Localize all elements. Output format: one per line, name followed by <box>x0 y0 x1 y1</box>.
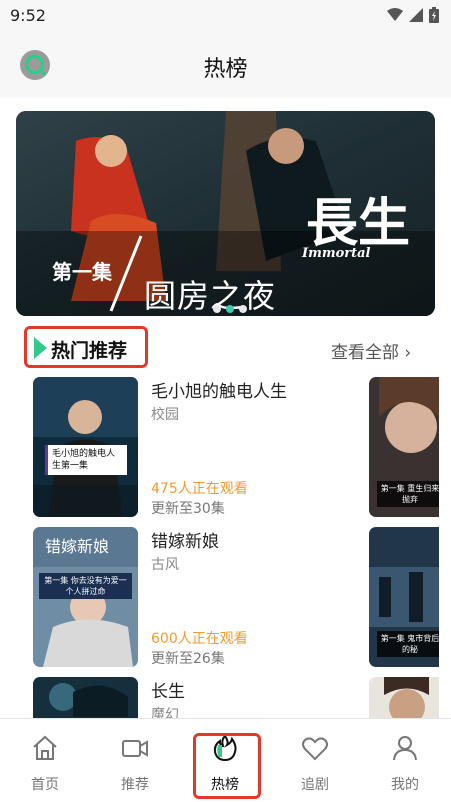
drama-poster[interactable]: 毛小旭的触电人生第一集 <box>33 377 138 517</box>
banner-episode-label: 第一集 <box>52 260 112 284</box>
heart-icon <box>302 737 328 761</box>
drama-genre: 魔幻 <box>151 707 179 718</box>
side-card-caption: 第一集 重生归来 抛弃 <box>377 481 439 507</box>
side-drama-card[interactable]: 第一集 重生归来 抛弃 <box>369 377 439 517</box>
video-icon <box>122 740 148 757</box>
status-time: 9:52 <box>10 6 46 25</box>
content-area: 第一集 圆房之夜 長生 Immortal 热门推荐 查看全部 › 毛小旭的触电人… <box>0 98 451 718</box>
tab-follow[interactable]: 追剧 <box>270 719 360 802</box>
home-icon <box>33 735 57 760</box>
tab-label: 我的 <box>391 777 419 793</box>
status-bar: 9:52 <box>0 0 451 32</box>
section-title: 热门推荐 <box>51 340 128 362</box>
side-drama-card[interactable] <box>369 677 439 718</box>
poster-image <box>33 677 138 718</box>
drama-item[interactable]: 长生 魔幻 <box>0 677 451 718</box>
active-tab-highlight <box>193 733 261 799</box>
signal-icon <box>409 8 423 22</box>
banner-brand-title: 長生 <box>306 193 411 254</box>
drama-watching-count: 475人正在观看 <box>151 481 248 497</box>
drama-title[interactable]: 错嫁新娘 <box>151 527 219 552</box>
person-icon <box>393 736 417 761</box>
bottom-tab-bar: 首页 推荐 热榜 追剧 我的 <box>0 718 451 802</box>
status-icons <box>387 7 439 23</box>
section-header-hot: 热门推荐 <box>24 326 148 368</box>
banner-carousel[interactable]: 第一集 圆房之夜 長生 Immortal <box>16 111 435 316</box>
drama-poster[interactable]: 错嫁新娘 第一集 你去没有为爱一个人拼过命 <box>33 527 138 667</box>
banner-pager <box>213 305 247 313</box>
tab-label: 追剧 <box>301 777 329 793</box>
poster-caption: 毛小旭的触电人生第一集 <box>45 445 127 475</box>
poster-title: 错嫁新娘 <box>45 537 110 556</box>
drama-update-status: 更新至26集 <box>151 651 225 667</box>
tab-recommend[interactable]: 推荐 <box>90 719 180 802</box>
banner-caption: 圆房之夜 <box>144 277 277 315</box>
drama-genre: 校园 <box>151 407 179 423</box>
battery-icon <box>429 7 439 23</box>
page-title: 热榜 <box>203 57 248 82</box>
tab-mine[interactable]: 我的 <box>360 719 450 802</box>
drama-item[interactable]: 错嫁新娘 第一集 你去没有为爱一个人拼过命 错嫁新娘 古风 600人正在观看 更… <box>0 527 451 669</box>
drama-title[interactable]: 毛小旭的触电人生 <box>151 377 287 402</box>
section-marker-icon <box>34 337 47 359</box>
app-header: 热榜 <box>0 32 451 98</box>
side-card-caption: 第一集 鬼市背后的秘 <box>377 631 439 657</box>
drama-item[interactable]: 毛小旭的触电人生第一集 毛小旭的触电人生 校园 475人正在观看 更新至30集 … <box>0 377 451 519</box>
pager-dot[interactable] <box>213 305 221 313</box>
drama-poster[interactable] <box>33 677 138 718</box>
tab-label: 首页 <box>31 777 59 793</box>
banner-brand-subtitle: Immortal <box>302 246 371 261</box>
drama-genre: 古风 <box>151 557 179 573</box>
drama-title[interactable]: 长生 <box>151 677 185 702</box>
side-drama-card[interactable]: 第一集 鬼市背后的秘 <box>369 527 439 667</box>
drama-watching-count: 600人正在观看 <box>151 631 248 647</box>
tab-label: 推荐 <box>121 777 149 793</box>
wifi-icon <box>387 8 403 21</box>
tab-home[interactable]: 首页 <box>0 719 90 802</box>
poster-caption: 第一集 你去没有为爱一个人拼过命 <box>39 573 132 599</box>
drama-update-status: 更新至30集 <box>151 501 225 517</box>
side-card-image <box>369 677 439 718</box>
view-all-link[interactable]: 查看全部 › <box>331 338 411 363</box>
pager-dot[interactable] <box>239 305 247 313</box>
pager-dot-active[interactable] <box>226 305 234 313</box>
